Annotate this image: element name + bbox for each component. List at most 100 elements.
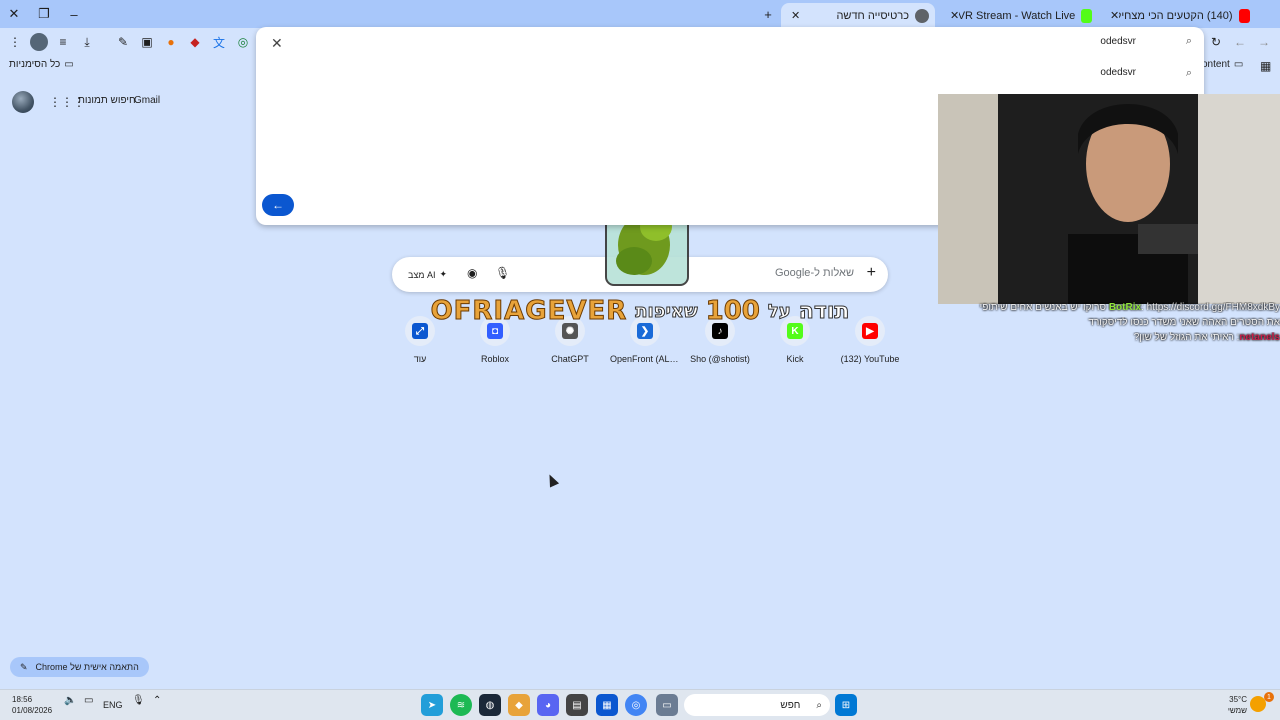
tab-label: OdedSVR Stream - Watch Live	[959, 9, 1076, 22]
tab-strip: ✕ ❐ – + כרטיסייה חדשה ✕ OdedSVR Stream -…	[0, 0, 1280, 28]
steam-icon[interactable]: ◍	[479, 694, 501, 716]
banner-name: OFRIAGEVER	[430, 296, 628, 327]
taskbar-search-label: חפש	[780, 699, 801, 711]
close-tab-icon[interactable]: ✕	[946, 9, 959, 22]
windows-start-icon[interactable]: ⊞	[835, 694, 857, 716]
shortcut-label: Kick	[786, 354, 804, 364]
clock-date: 01/08/2026	[12, 706, 53, 715]
shortcut-label: ChatGPT	[551, 354, 589, 364]
taskbar-search[interactable]: חפש ⌕	[684, 694, 830, 716]
tab-label: כרטיסייה חדשה	[836, 9, 909, 22]
all-bookmarks-button[interactable]: כל הסימניות ▭	[9, 59, 74, 70]
shortcut-label: Sho (@shotist)	[690, 354, 750, 364]
add-icon[interactable]: +	[867, 264, 876, 282]
chrome-icon	[915, 8, 929, 23]
kick-icon	[1081, 8, 1092, 23]
close-window-icon[interactable]: ✕	[4, 4, 24, 24]
chrome-icon[interactable]: ◎	[625, 694, 647, 716]
banner-word: שאיפות	[635, 300, 698, 322]
avatar[interactable]	[12, 91, 34, 113]
youtube-icon	[1238, 8, 1250, 23]
spotify-icon[interactable]: ≋	[450, 694, 472, 716]
search-icon: ⌕	[1185, 35, 1192, 47]
microphone-icon[interactable]: 🎙	[495, 266, 510, 280]
volume-icon[interactable]: 🔈	[64, 695, 76, 706]
customize-chrome-button[interactable]: התאמה אישית של Chrome ✎	[10, 657, 149, 677]
back-arrow-button[interactable]: ←	[262, 194, 294, 216]
microphone-icon[interactable]: 🎙	[132, 695, 145, 706]
camera-search-icon[interactable]: ◉	[467, 266, 477, 280]
clock-time: 18:56	[12, 695, 33, 704]
close-tab-icon[interactable]: ✕	[1106, 9, 1119, 22]
clock[interactable]: 18:56 01/08/2026	[12, 694, 52, 716]
extensions-icon[interactable]: ✎	[114, 33, 132, 51]
shortcut-label: עוד	[413, 354, 427, 364]
folder-icon: ▭	[1233, 59, 1244, 70]
search-icon: ⌕	[816, 699, 822, 711]
shortcut-label: Roblox	[480, 354, 509, 364]
discord-icon[interactable]: ◕	[537, 694, 559, 716]
chat-username[interactable]: BotRix	[1109, 302, 1141, 313]
file-explorer-icon[interactable]: ▭	[656, 694, 678, 716]
tab-new-tab[interactable]: כרטיסייה חדשה ✕	[781, 3, 935, 28]
ai-mode-button[interactable]: מצב AI ✦	[402, 265, 453, 284]
temperature: 35°C	[1229, 695, 1247, 704]
network-icon[interactable]: ▭	[84, 695, 93, 706]
address-input[interactable]: odedsvr	[1100, 36, 1136, 47]
tab-youtube-video[interactable]: (140) הקטעים הכי מצחיקים ש ✕	[1100, 3, 1256, 28]
chat-message: netanels: ראיתי את הגוזל של שון?	[948, 332, 1280, 343]
menu-icon[interactable]: ⋮	[6, 33, 24, 51]
tab-odedsvr-stream[interactable]: OdedSVR Stream - Watch Live ✕	[940, 3, 1098, 28]
forward-icon[interactable]: →	[1255, 33, 1273, 51]
all-bookmarks-label: כל הסימניות	[9, 59, 61, 70]
profile-avatar-icon[interactable]	[30, 33, 48, 51]
gmail-link[interactable]: Gmail	[134, 95, 160, 106]
search-icon: ⌕	[1185, 67, 1192, 79]
weather-condition: שמשי	[1227, 706, 1247, 715]
restore-window-icon[interactable]: ❐	[34, 4, 54, 24]
extension-icon[interactable]: ◆	[186, 33, 204, 51]
extension-icon[interactable]: ●	[162, 33, 180, 51]
omnibox-suggestion[interactable]: odedsvr	[1100, 67, 1136, 78]
reload-icon[interactable]: ↻	[1207, 33, 1225, 51]
extension-icon[interactable]: ▣	[138, 33, 156, 51]
banner-of: על	[767, 300, 791, 322]
close-icon[interactable]: ✕	[271, 35, 283, 52]
reading-list-icon[interactable]: ≡	[54, 33, 72, 51]
app-icon[interactable]: ◆	[508, 694, 530, 716]
bookmark-folder[interactable]: ontent ▭	[1202, 59, 1243, 70]
apps-grid-icon[interactable]: ▦	[596, 694, 618, 716]
extension-icon[interactable]: ◎	[234, 33, 252, 51]
banner-thanks: תודה	[798, 298, 850, 324]
folder-icon: ▭	[64, 59, 74, 70]
chat-text: : ראיתי את הגוזל של שון?	[1133, 332, 1240, 343]
app-icon[interactable]: ▤	[566, 694, 588, 716]
taskbar: 18:56 01/08/2026 🔈 ▭ ENG 🎙 ⌃ ➤ ≋ ◍ ◆ ◕ ▤…	[0, 689, 1280, 720]
notification-badge: 1	[1264, 692, 1274, 702]
ai-mode-label: מצב AI	[408, 269, 436, 280]
back-icon[interactable]: ←	[1231, 33, 1249, 51]
customize-chrome-label: התאמה אישית של Chrome	[35, 662, 139, 672]
banner-amount: 100	[705, 296, 760, 327]
stream-chat: BotRix: https://discord.gg/FHM8xdkBy סרו…	[948, 302, 1280, 347]
pencil-icon: ✎	[20, 661, 28, 672]
language-indicator[interactable]: ENG	[103, 700, 123, 710]
download-icon[interactable]: ⤓	[78, 33, 96, 51]
chat-username[interactable]: netanels	[1239, 332, 1280, 343]
chat-message: BotRix: https://discord.gg/FHM8xdkBy סרו…	[948, 302, 1280, 313]
translate-icon[interactable]: 文	[210, 33, 228, 51]
new-tab-icon[interactable]: +	[758, 4, 778, 24]
minimize-window-icon[interactable]: –	[64, 4, 84, 24]
bookmark-folder-label: ontent	[1202, 59, 1230, 70]
chat-text: את הסטרים האהה שאני משדר כנסו לדיסקורד	[1088, 317, 1280, 328]
apps-grid-icon[interactable]: ▦	[1260, 59, 1271, 73]
chevron-up-icon[interactable]: ⌃	[153, 695, 161, 706]
close-tab-icon[interactable]: ✕	[787, 9, 800, 22]
images-link[interactable]: חיפוש תמונות	[78, 95, 136, 106]
search-input[interactable]: שאלות ל-Google	[775, 267, 854, 279]
sparkle-search-icon: ✦	[439, 269, 448, 279]
telegram-icon[interactable]: ➤	[421, 694, 443, 716]
tab-label: (140) הקטעים הכי מצחיקים ש	[1119, 9, 1233, 22]
streamer-webcam	[938, 94, 1280, 304]
weather-widget[interactable]: 35°C שמשי	[1223, 694, 1247, 716]
